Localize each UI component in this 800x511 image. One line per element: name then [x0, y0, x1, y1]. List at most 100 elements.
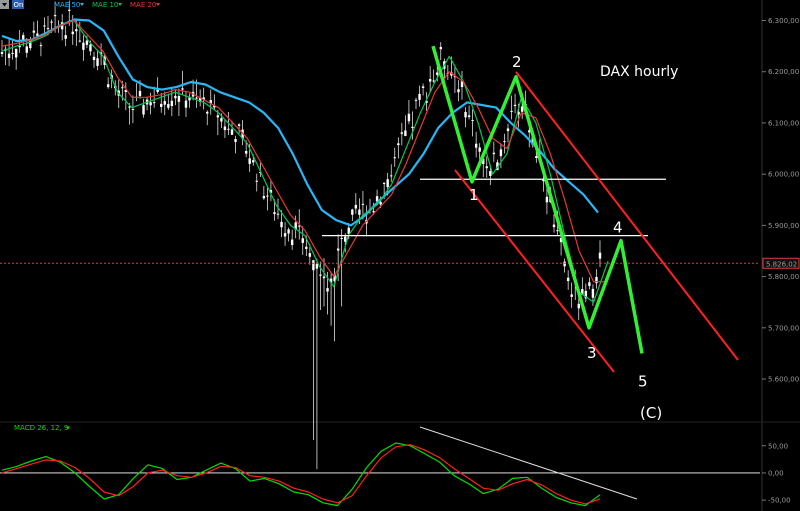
candle-body	[227, 128, 230, 130]
candle-body	[167, 104, 170, 108]
legend-arrow-icon	[118, 3, 122, 6]
candle-body	[82, 42, 85, 50]
candle-body	[354, 204, 358, 209]
candle-body	[32, 30, 36, 33]
chart-title: DAX hourly	[600, 64, 678, 80]
candle-body	[351, 209, 354, 215]
candle-body	[566, 277, 570, 282]
elliott-wave-path	[431, 45, 644, 354]
wave-label-1: 1	[469, 186, 479, 204]
candle-body	[96, 58, 99, 66]
candle-body	[432, 80, 435, 82]
candle-body	[471, 119, 474, 121]
candle-body	[577, 303, 580, 309]
candle-body	[283, 233, 287, 237]
candle-body	[570, 294, 573, 297]
wave-label-2: 2	[512, 53, 522, 71]
candle-body	[170, 100, 174, 106]
candle-body	[464, 111, 467, 118]
candle-body	[588, 282, 591, 286]
candle-body	[478, 147, 481, 152]
candle-body	[287, 229, 290, 234]
candle-body	[255, 180, 258, 182]
price-tick-label: 5.900,00	[768, 222, 799, 230]
candle-body	[492, 152, 496, 155]
candle-body	[68, 9, 71, 11]
candle-body	[513, 104, 517, 107]
candle-body	[184, 100, 188, 108]
candle-body	[152, 102, 156, 104]
candle-body	[244, 151, 248, 154]
candle-body	[556, 230, 559, 232]
candle-body	[39, 45, 43, 47]
candle-body	[301, 238, 304, 243]
wave-label-3: 3	[587, 344, 597, 362]
candle-body	[598, 252, 602, 259]
candle-body	[266, 195, 269, 197]
legend-arrow-icon	[156, 3, 160, 6]
candle-body	[11, 52, 14, 54]
candle-body	[439, 46, 442, 50]
candle-body	[85, 40, 89, 45]
macd-tick-label: -50,00	[768, 497, 791, 505]
candle-body	[563, 261, 566, 267]
macd-series-signal	[1, 444, 601, 505]
channel-lower-line	[454, 169, 615, 373]
candle-body	[262, 196, 266, 199]
candle-body	[503, 141, 506, 143]
candle-body	[312, 260, 315, 271]
candle-body	[404, 130, 407, 137]
legend-arrow-icon	[80, 3, 84, 6]
candle-body	[18, 45, 21, 48]
candle-body	[428, 79, 432, 82]
candle-body	[92, 56, 96, 61]
macd-title: MACD 26, 12, 9	[14, 424, 68, 432]
candle-body	[552, 224, 556, 228]
wave-label-4: 4	[613, 219, 623, 237]
candle-body	[474, 143, 478, 148]
candle-body	[436, 72, 439, 75]
candle-body	[336, 248, 340, 251]
candle-body	[53, 15, 57, 17]
candle-body	[128, 106, 131, 108]
candle-body	[418, 93, 421, 100]
price-tick-label: 5.700,00	[768, 324, 799, 332]
candle-body	[421, 86, 425, 88]
candle-body	[230, 129, 234, 135]
candle-body	[276, 213, 280, 215]
price-tick-label: 6.000,00	[768, 171, 799, 179]
candle-body	[71, 31, 74, 35]
macd-series-macd	[1, 442, 601, 507]
wave-label-c: (C)	[640, 404, 662, 422]
candle-body	[50, 21, 53, 23]
price-tick-label: 5.600,00	[768, 376, 799, 384]
candle-body	[216, 115, 220, 118]
candle-body	[220, 118, 223, 122]
candle-body	[344, 236, 347, 242]
toggle-button-label: On	[14, 1, 24, 9]
candle-body	[322, 276, 326, 279]
wave-label-5: 5	[638, 372, 648, 390]
candle-body	[545, 196, 549, 203]
candle-body	[506, 128, 510, 132]
candle-body	[386, 179, 389, 188]
candle-body	[177, 96, 181, 102]
candle-body	[78, 40, 82, 42]
candle-body	[280, 221, 283, 228]
candle-body	[248, 158, 251, 164]
candle-body	[106, 84, 110, 88]
candle-body	[163, 101, 166, 105]
price-tick-label: 6.300,00	[768, 17, 799, 25]
candle-body	[142, 104, 145, 115]
last-price-label: 5.826,02	[766, 260, 797, 268]
candle-body	[138, 90, 142, 97]
candle-body	[411, 126, 414, 129]
candle-body	[485, 166, 488, 169]
candle-body	[46, 28, 50, 30]
candle-body	[149, 102, 152, 106]
candle-body	[591, 288, 595, 298]
candle-body	[326, 288, 329, 292]
candle-body	[43, 25, 46, 27]
candle-body	[234, 139, 237, 142]
chart-window: 6.300,00 6.200,00 6.100,00 6.000,00 5.900,00…	[0, 0, 800, 511]
